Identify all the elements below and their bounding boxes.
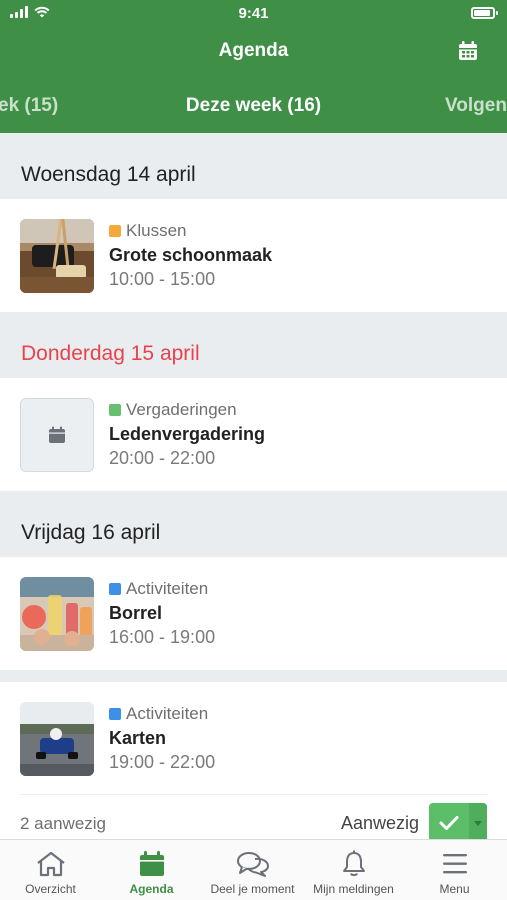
- event-time: 16:00 - 19:00: [109, 627, 216, 647]
- tabbar-item-deel-je-moment[interactable]: Deel je moment: [202, 840, 303, 900]
- event-item-borrel[interactable]: Activiteiten Borrel 16:00 - 19:00: [0, 557, 507, 670]
- event-time: 10:00 - 15:00: [109, 269, 216, 289]
- category-color-dot: [109, 583, 121, 595]
- status-bar: 9:41: [0, 0, 507, 28]
- category-label: Klussen: [126, 221, 187, 240]
- tabbar-item-agenda[interactable]: Agenda: [101, 840, 202, 900]
- event-item-ledenvergadering[interactable]: Vergaderingen Ledenvergadering 20:00 - 2…: [0, 378, 507, 491]
- attendance-status-label: Aanwezig: [340, 813, 419, 833]
- battery-icon: [471, 7, 498, 19]
- event-name: Borrel: [109, 603, 163, 623]
- tabbar-label: Overzicht: [25, 882, 76, 896]
- tabbar-label: Mijn meldingen: [313, 882, 394, 896]
- tabbar-item-menu[interactable]: Menu: [404, 840, 505, 900]
- attendance-button[interactable]: [429, 803, 487, 839]
- event-placeholder: [20, 398, 94, 472]
- event-item-karten[interactable]: Activiteiten Karten 19:00 - 22:00 2 aanw…: [0, 682, 507, 839]
- event-name: Ledenvergadering: [109, 424, 266, 444]
- attendance-count[interactable]: 2 aanwezig: [20, 814, 106, 834]
- cleaning-photo: [20, 219, 94, 293]
- category-label: Vergaderingen: [126, 400, 237, 419]
- tabbar-label: Agenda: [129, 882, 174, 896]
- calendar-icon: [459, 41, 477, 60]
- chat-bubbles-icon: [236, 852, 269, 877]
- calendar-button[interactable]: [457, 40, 481, 64]
- event-category: Activiteiten: [109, 579, 215, 599]
- event-category: Klussen: [109, 221, 272, 241]
- calendar-placeholder-icon: [49, 426, 65, 443]
- category-color-dot: [109, 225, 121, 237]
- event-time: 20:00 - 22:00: [109, 448, 216, 468]
- event-category: Activiteiten: [109, 704, 215, 724]
- tabbar-item-overzicht[interactable]: Overzicht: [0, 840, 101, 900]
- category-color-dot: [109, 708, 121, 720]
- day-header: Woensdag 14 april: [0, 133, 507, 199]
- event-category: Vergaderingen: [109, 400, 265, 420]
- caret-down-icon: [474, 820, 482, 826]
- day-header: Vrijdag 16 april: [0, 491, 507, 557]
- home-icon: [36, 851, 65, 877]
- checkmark-icon: [429, 803, 469, 839]
- tab-next-week[interactable]: Volgen: [445, 95, 507, 117]
- day-header-today: Donderdag 15 april: [0, 312, 507, 378]
- hamburger-icon: [442, 854, 467, 874]
- tabbar-label: Menu: [439, 882, 470, 896]
- page-title: Agenda: [218, 40, 289, 61]
- event-separator: [0, 670, 507, 682]
- karting-photo: [20, 702, 94, 776]
- event-name: Karten: [109, 728, 167, 748]
- tab-current-week[interactable]: Deze week (16): [0, 95, 507, 117]
- agenda-list[interactable]: Woensdag 14 april Klussen Grote schoonma…: [0, 133, 507, 839]
- event-time: 19:00 - 22:00: [109, 752, 216, 772]
- attendance-row: 2 aanwezig Aanwezig: [20, 794, 487, 839]
- calendar-icon: [139, 851, 164, 876]
- bell-icon: [342, 850, 365, 876]
- tabbar-label: Deel je moment: [210, 882, 295, 896]
- category-color-dot: [109, 404, 121, 416]
- drinks-photo: [20, 577, 94, 651]
- app-header: 9:41 Agenda ek (15) Deze week (16) Volge…: [0, 0, 507, 133]
- category-label: Activiteiten: [126, 704, 209, 723]
- event-name: Grote schoonmaak: [109, 245, 273, 265]
- status-time: 9:41: [238, 5, 269, 22]
- tabbar-item-mijn-meldingen[interactable]: Mijn meldingen: [303, 840, 404, 900]
- week-tabs: ek (15) Deze week (16) Volgen: [0, 92, 507, 122]
- attendance-dropdown-toggle[interactable]: [469, 803, 487, 839]
- category-label: Activiteiten: [126, 579, 209, 598]
- event-item-grote-schoonmaak[interactable]: Klussen Grote schoonmaak 10:00 - 15:00: [0, 199, 507, 312]
- bottom-tab-bar: Overzicht Agenda Deel je moment Mijn mel…: [0, 839, 507, 900]
